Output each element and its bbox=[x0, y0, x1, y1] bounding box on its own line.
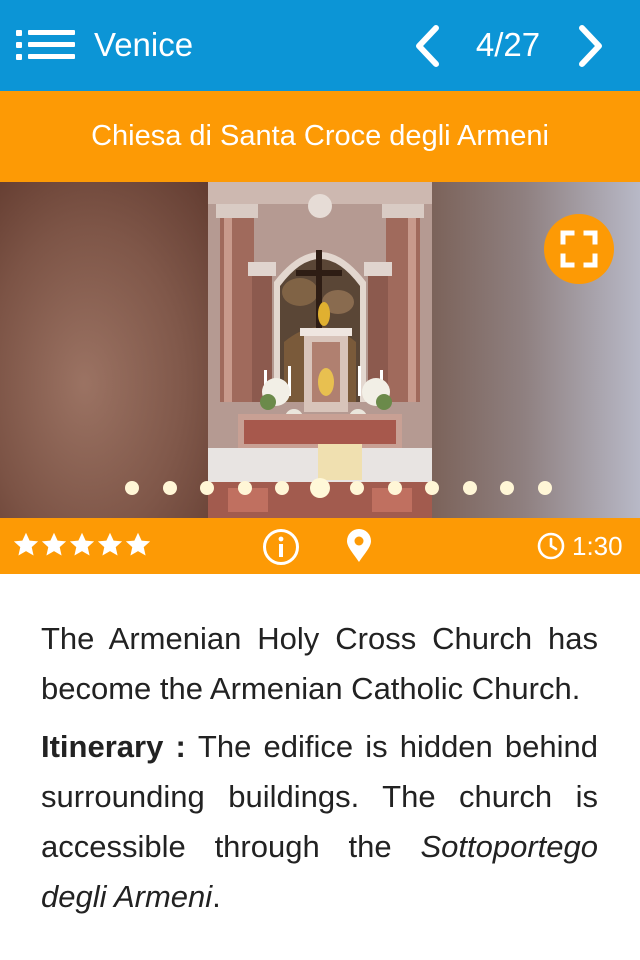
church-altar-photo[interactable] bbox=[208, 182, 432, 518]
gallery-pagination bbox=[0, 478, 640, 498]
gallery-blur-left bbox=[0, 182, 210, 518]
star-icon bbox=[13, 532, 39, 556]
gallery-dot[interactable] bbox=[275, 481, 289, 495]
app-header: Venice 4/27 bbox=[0, 0, 640, 91]
page-counter: 4/27 bbox=[475, 26, 541, 63]
star-icon bbox=[97, 532, 123, 556]
place-title: Chiesa di Santa Croce degli Armeni bbox=[0, 91, 640, 182]
gallery-dot[interactable] bbox=[387, 481, 402, 495]
info-bar: 1:30 bbox=[0, 518, 640, 574]
star-icon bbox=[125, 532, 151, 556]
gallery-dot[interactable] bbox=[500, 481, 514, 495]
gallery-dot[interactable] bbox=[462, 481, 477, 495]
itinerary-end: . bbox=[212, 879, 221, 914]
gallery-dot[interactable] bbox=[237, 481, 252, 495]
gallery-dot-active[interactable] bbox=[309, 478, 330, 498]
gallery-dot[interactable] bbox=[200, 481, 214, 495]
gallery-dot[interactable] bbox=[350, 481, 364, 495]
chevron-right-icon[interactable] bbox=[574, 23, 608, 69]
description: The Armenian Holy Cross Church has becom… bbox=[41, 614, 598, 930]
info-icon[interactable] bbox=[262, 528, 300, 566]
clock-icon bbox=[537, 532, 565, 560]
itinerary-paragraph: Itinerary : The edifice is hidden behind… bbox=[41, 722, 598, 922]
gallery-dot[interactable] bbox=[537, 481, 552, 495]
visit-duration: 1:30 bbox=[572, 531, 623, 561]
menu-icon[interactable] bbox=[16, 27, 76, 63]
chevron-left-icon[interactable] bbox=[410, 23, 444, 69]
map-pin-icon[interactable] bbox=[345, 529, 373, 563]
fullscreen-icon[interactable] bbox=[544, 214, 614, 284]
app-title: Venice bbox=[94, 26, 194, 63]
gallery-dot[interactable] bbox=[425, 481, 439, 495]
itinerary-separator: : bbox=[163, 729, 198, 764]
itinerary-label: Itinerary bbox=[41, 729, 164, 764]
intro-paragraph: The Armenian Holy Cross Church has becom… bbox=[41, 621, 598, 706]
star-icon bbox=[69, 532, 95, 556]
star-icon bbox=[41, 532, 67, 556]
gallery-dot[interactable] bbox=[162, 481, 177, 495]
gallery-dot[interactable] bbox=[125, 481, 139, 495]
